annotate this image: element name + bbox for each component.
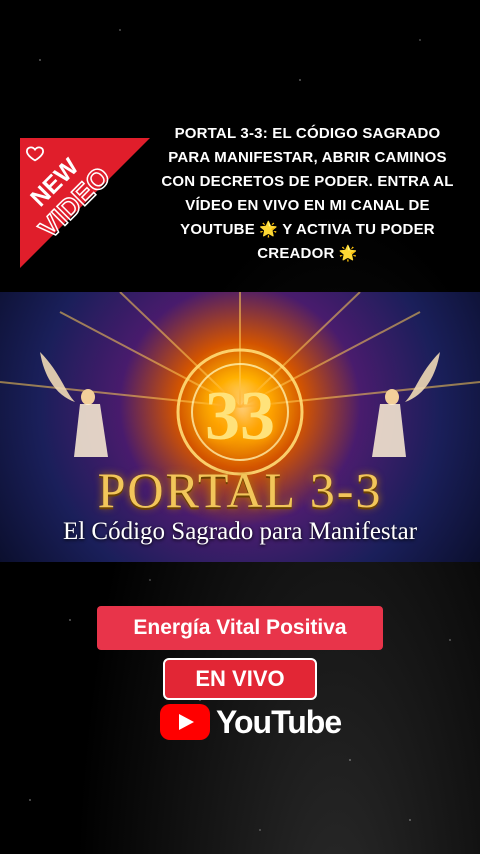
live-badge[interactable]: EN VIVO: [163, 658, 317, 700]
portal-banner-image: 33 PORTAL 3-3 El Código Sagrado para Man…: [0, 292, 480, 562]
channel-name-button[interactable]: Energía Vital Positiva: [97, 606, 383, 650]
portal-title: PORTAL 3-3: [97, 462, 383, 518]
headline-text: PORTAL 3-3: EL CÓDIGO SAGRADO PARA MANIF…: [161, 125, 454, 262]
portal-subtitle: El Código Sagrado para Manifestar: [62, 518, 418, 545]
portal-number: 33: [205, 378, 275, 455]
youtube-play-icon: [160, 704, 210, 740]
youtube-logo[interactable]: YouTube: [160, 702, 342, 742]
youtube-wordmark: YouTube: [216, 703, 342, 740]
new-video-badge: NEW VIDEO: [20, 138, 150, 268]
